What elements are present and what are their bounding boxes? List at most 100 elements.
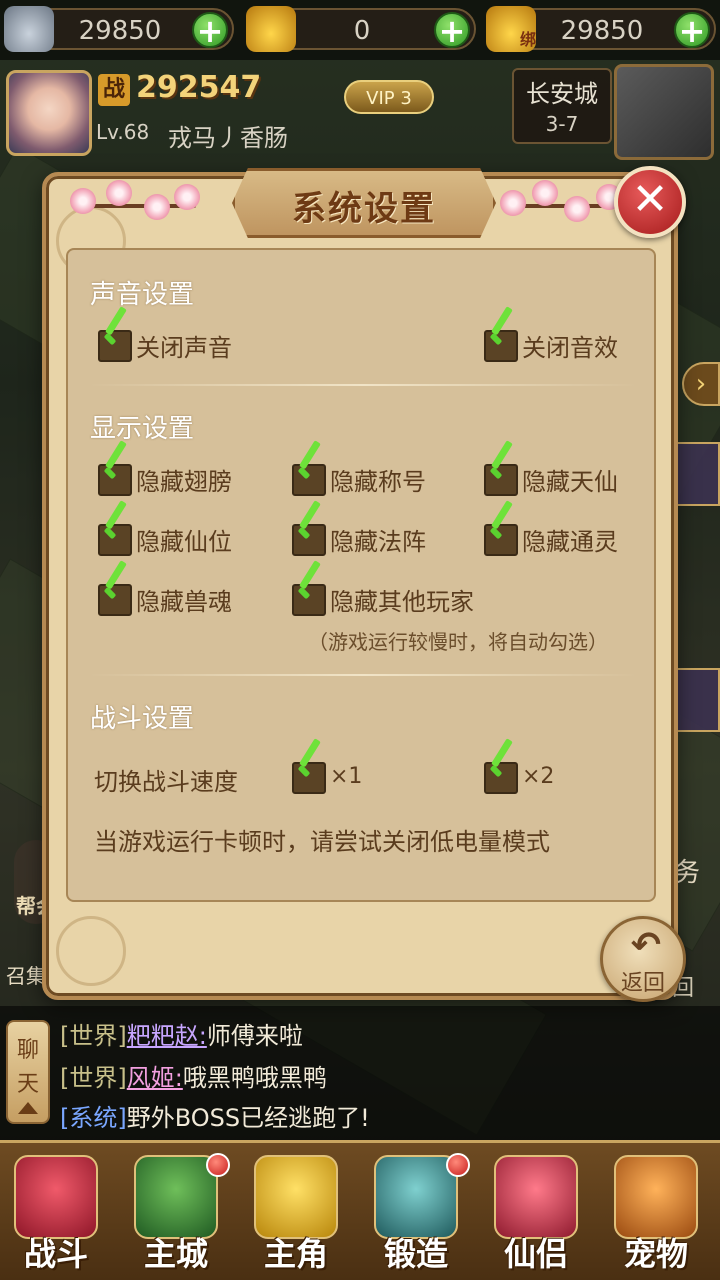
chat-message: [系统]野外BOSS已经逃跑了! — [60, 1098, 370, 1133]
checkmark-icon — [104, 318, 130, 358]
partner-icon — [494, 1155, 578, 1239]
silver-ingot-icon — [4, 6, 54, 52]
battle-section-title: 战斗设置 — [90, 704, 195, 734]
option-label: 隐藏翅膀 — [136, 468, 232, 496]
expand-up-icon — [18, 1102, 38, 1114]
dialog-title: 系统设置 — [292, 189, 436, 229]
blossom-left — [66, 180, 206, 230]
nav-hero[interactable]: 主角 — [240, 1149, 352, 1277]
option-label: 隐藏法阵 — [330, 528, 426, 556]
back-label: 返回 — [620, 971, 665, 996]
location-box: 长安城 3-7 — [512, 68, 612, 144]
checkmark-icon — [490, 452, 516, 492]
chat-message: [世界]风姬:哦黑鸭哦黑鸭 — [60, 1058, 327, 1093]
chat-tab-char: 聊 — [16, 1038, 39, 1063]
minimap[interactable] — [614, 64, 714, 160]
vip-badge[interactable]: VIP 3 — [344, 80, 434, 114]
checkmark-icon — [298, 452, 324, 492]
summon-label[interactable]: 召集 — [6, 960, 46, 989]
gold-ingot-icon — [246, 6, 296, 52]
notification-dot — [206, 1153, 230, 1177]
option-label: 关闭音效 — [522, 334, 618, 362]
option-label: 隐藏通灵 — [522, 528, 618, 556]
cloud-ornament — [56, 916, 126, 986]
nav-label: 锻造 — [383, 1235, 448, 1273]
map-coord: 3-7 — [545, 112, 579, 136]
battle-icon — [14, 1155, 98, 1239]
option-label: 隐藏天仙 — [522, 468, 618, 496]
back-button[interactable]: ↶ 返回 — [600, 916, 686, 1002]
nav-battle[interactable]: 战斗 — [0, 1149, 112, 1277]
map-name: 长安城 — [526, 80, 598, 108]
nav-city[interactable]: 主城 — [120, 1149, 232, 1277]
notification-dot — [446, 1153, 470, 1177]
chat-text: 师傅来啦 — [206, 1022, 303, 1050]
dialog-title-banner: 系统设置 — [232, 168, 496, 238]
bound-tag: 绑 — [519, 30, 536, 49]
add-bound-gold-button[interactable]: + — [674, 12, 710, 48]
low-power-tip: 当游戏运行卡顿时，请尝试关闭低电量模式 — [94, 828, 550, 856]
nav-label: 仙侣 — [503, 1235, 568, 1273]
chat-tab[interactable]: 聊 天 — [6, 1020, 50, 1124]
player-avatar[interactable] — [6, 70, 92, 156]
checkmark-icon — [490, 512, 516, 552]
nav-pet[interactable]: 宠物 — [600, 1149, 712, 1277]
battle-power: 292547 — [136, 70, 262, 105]
gold-currency: 0 + — [246, 6, 476, 52]
silver-currency: 29850 + — [4, 6, 234, 52]
checkmark-icon — [104, 452, 130, 492]
currency-bar: 29850 + 0 + 绑 29850 + — [0, 0, 720, 60]
checkmark-icon — [298, 512, 324, 552]
checkmark-icon — [298, 572, 324, 612]
gold-value: 0 — [353, 16, 371, 46]
option-label: 隐藏称号 — [330, 468, 426, 496]
checkmark-icon — [104, 572, 130, 612]
bound-gold-currency: 绑 29850 + — [486, 6, 716, 52]
bound-gold-value: 29850 — [560, 16, 644, 46]
checkmark-icon — [490, 318, 516, 358]
power-icon: 战 — [98, 74, 130, 106]
display-section-title: 显示设置 — [90, 414, 195, 444]
bottom-nav: 战斗 主城 主角 锻造 仙侣 宠物 — [0, 1140, 720, 1280]
chat-tab-char: 天 — [16, 1072, 39, 1097]
nav-label: 主角 — [263, 1235, 328, 1273]
pet-icon — [614, 1155, 698, 1239]
option-label: ×1 — [330, 764, 363, 789]
chat-channel: [世界] — [60, 1064, 127, 1092]
section-divider — [88, 384, 638, 386]
return-arrow-icon: ↶ — [630, 925, 662, 966]
chat-text: 哦黑鸭哦黑鸭 — [182, 1064, 327, 1092]
chat-channel: [系统] — [60, 1104, 127, 1132]
auto-check-hint: （游戏运行较慢时，将自动勾选） — [308, 630, 608, 654]
side-expand-arrow-icon[interactable]: › — [682, 362, 720, 406]
sound-section-title: 声音设置 — [90, 280, 195, 310]
option-label: 隐藏仙位 — [136, 528, 232, 556]
add-silver-button[interactable]: + — [192, 12, 228, 48]
chat-text: 野外BOSS已经逃跑了! — [126, 1104, 370, 1132]
checkmark-icon — [490, 750, 516, 790]
hero-icon — [254, 1155, 338, 1239]
bound-gold-icon: 绑 — [486, 6, 536, 52]
nav-partner[interactable]: 仙侣 — [480, 1149, 592, 1277]
checkmark-icon — [298, 750, 324, 790]
checkmark-icon — [104, 512, 130, 552]
nav-label: 战斗 — [23, 1235, 88, 1273]
player-level: Lv.68 — [96, 120, 150, 144]
player-name: 戎马丿香肠 — [168, 124, 288, 152]
option-label: ×2 — [522, 764, 555, 789]
battle-speed-label: 切换战斗速度 — [94, 768, 238, 796]
option-label: 隐藏其他玩家 — [330, 588, 474, 616]
nav-forge[interactable]: 锻造 — [360, 1149, 472, 1277]
option-label: 关闭声音 — [136, 334, 232, 362]
chat-channel: [世界] — [60, 1022, 127, 1050]
silver-value: 29850 — [78, 16, 162, 46]
chat-panel[interactable]: 聊 天 [世界]粑粑赵:师傅来啦 [世界]风姬:哦黑鸭哦黑鸭 [系统]野外BOS… — [0, 1006, 720, 1140]
settings-panel: 声音设置 关闭声音 关闭音效 显示设置 隐藏翅膀 隐藏称号 隐藏天仙 隐藏仙位 — [66, 248, 656, 902]
section-divider — [88, 674, 638, 676]
nav-label: 宠物 — [623, 1235, 688, 1273]
chat-sender[interactable]: 风姬: — [127, 1064, 183, 1092]
chat-sender[interactable]: 粑粑赵: — [127, 1022, 207, 1050]
close-icon[interactable]: ✕ — [614, 166, 686, 238]
chat-message: [世界]粑粑赵:师傅来啦 — [60, 1016, 303, 1051]
add-gold-button[interactable]: + — [434, 12, 470, 48]
